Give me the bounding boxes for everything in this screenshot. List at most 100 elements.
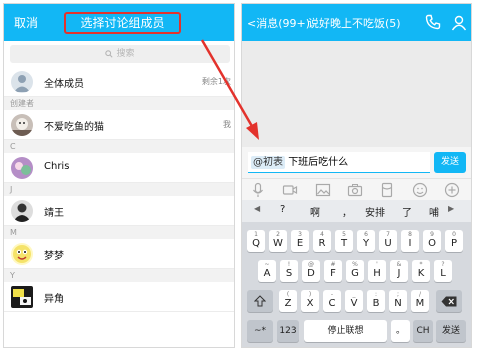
key-y[interactable]: 6Y <box>357 230 375 252</box>
symbols-key[interactable]: ~* <box>247 320 273 342</box>
key-i[interactable]: 8I <box>401 230 419 252</box>
numbers-key[interactable]: 123 <box>277 320 299 342</box>
key-z[interactable]: (Z <box>279 290 297 312</box>
section-m: M <box>4 226 234 239</box>
image-icon[interactable] <box>315 182 331 198</box>
microphone-icon[interactable] <box>250 182 266 198</box>
list-item-member[interactable]: 异角 <box>4 282 234 312</box>
key-secondary-label: 7 <box>386 231 390 238</box>
key-secondary-label: & <box>396 261 402 268</box>
key-secondary-label: ) <box>308 291 312 298</box>
key-secondary-label: _ <box>352 291 356 298</box>
screenshot: 取消 选择讨论组成员 搜索 全体成员 剩余1次 创建者 不爱吃鱼的猫 我 C C… <box>0 0 477 353</box>
key-m[interactable]: / M <box>411 290 429 312</box>
candidate-word[interactable]: 哺 <box>429 204 439 219</box>
red-packet-icon[interactable] <box>379 182 395 198</box>
key-h[interactable]: ' H <box>368 260 386 282</box>
key-label: Z <box>284 298 292 309</box>
key-j[interactable]: & J <box>390 260 408 282</box>
key-p[interactable]: 0P <box>445 230 463 252</box>
mention-tag: @初表 <box>251 156 285 169</box>
chevron-left-icon[interactable]: ◀ <box>254 204 260 213</box>
member-avatar <box>11 114 33 136</box>
all-members-label: 全体成员 <box>44 79 84 90</box>
key-secondary-label: 0 <box>452 231 456 238</box>
cancel-button[interactable]: 取消 <box>14 14 38 31</box>
key-o[interactable]: 9O <box>423 230 441 252</box>
key-n[interactable]: ; N <box>389 290 407 312</box>
space-key[interactable]: 停止联想 <box>304 320 387 342</box>
key-secondary-label: 2 <box>276 231 280 238</box>
key-label: W <box>273 238 283 249</box>
section-j: J <box>4 183 234 196</box>
key-l[interactable]: ? L <box>434 260 452 282</box>
page-title: 选择讨论组成员 <box>64 12 181 34</box>
key-label: T <box>340 238 348 249</box>
key-q[interactable]: 1Q <box>247 230 265 252</box>
key-a[interactable]: ~ A <box>258 260 276 282</box>
list-item-member[interactable]: 靖王 <box>4 196 234 226</box>
key-secondary-label: ? <box>441 261 445 268</box>
send-button[interactable]: 发送 <box>434 152 466 173</box>
key-c[interactable]: -C <box>323 290 341 312</box>
key-v[interactable]: _ V <box>345 290 363 312</box>
key-secondary-label: ; <box>396 291 400 298</box>
keyboard: ◀ ? 啊 ， 安排 了 哺 ▶ 1Q2W3E4R5T6Y7U8I9O0P ~ A… <box>242 200 471 347</box>
key-w[interactable]: 2W <box>269 230 287 252</box>
emoji-icon[interactable] <box>412 182 428 198</box>
camera-icon[interactable] <box>347 182 363 198</box>
list-item-member[interactable]: 梦梦 <box>4 239 234 269</box>
video-icon[interactable] <box>282 182 298 198</box>
key-r[interactable]: 4R <box>313 230 331 252</box>
key-x[interactable]: ) X <box>301 290 319 312</box>
key-label: X <box>306 298 314 309</box>
member-name: Chris <box>44 161 70 172</box>
chevron-left-icon: < <box>247 17 257 30</box>
key-secondary-label: 1 <box>254 231 258 238</box>
backspace-key[interactable] <box>436 290 462 312</box>
search-placeholder: 搜索 <box>116 49 135 59</box>
candidate-word[interactable]: ? <box>280 204 285 215</box>
key-label: S <box>285 268 293 279</box>
key-u[interactable]: 7U <box>379 230 397 252</box>
key-secondary-label: ( <box>286 291 290 298</box>
key-label: A <box>263 268 271 279</box>
key-label: V <box>350 298 358 309</box>
key-secondary-label: 5 <box>342 231 346 238</box>
back-button[interactable]: <消息(99+) <box>247 15 310 31</box>
shift-key[interactable] <box>247 290 273 312</box>
key-label: G <box>351 268 359 279</box>
key-g[interactable]: % G <box>346 260 364 282</box>
key-secondary-label: ! <box>287 261 291 268</box>
candidate-word[interactable]: 了 <box>402 204 412 219</box>
period-key[interactable]: 。 <box>391 320 410 342</box>
key-secondary-label: 6 <box>364 231 368 238</box>
key-d[interactable]: @ D <box>302 260 320 282</box>
key-t[interactable]: 5T <box>335 230 353 252</box>
key-e[interactable]: 3E <box>291 230 309 252</box>
keyboard-send-key[interactable]: 发送 <box>436 320 466 342</box>
plus-icon[interactable] <box>444 182 460 198</box>
key-label: P <box>450 238 458 249</box>
candidate-word[interactable]: 安排 <box>365 204 385 219</box>
list-item-member[interactable]: Chris <box>4 153 234 183</box>
chevron-right-icon[interactable]: ▶ <box>448 204 454 213</box>
group-members-icon[interactable] <box>450 14 467 31</box>
key-b[interactable]: :B <box>367 290 385 312</box>
candidate-word[interactable]: 啊 <box>310 204 320 219</box>
key-label: K <box>417 268 425 279</box>
candidate-word[interactable]: ， <box>342 204 352 219</box>
member-avatar <box>11 200 33 222</box>
search-icon <box>105 49 114 58</box>
input-text: 下班后吃什么 <box>288 157 349 168</box>
key-label: B <box>372 298 380 309</box>
key-f[interactable]: # F <box>324 260 342 282</box>
all-members-avatar <box>11 71 33 93</box>
language-key[interactable]: CH <box>413 320 433 342</box>
key-s[interactable]: ! S <box>280 260 298 282</box>
member-avatar <box>11 243 33 265</box>
key-label: H <box>373 268 381 279</box>
key-k[interactable]: * K <box>412 260 430 282</box>
message-input[interactable]: @初表 下班后吃什么 <box>248 152 430 173</box>
phone-icon[interactable] <box>425 14 441 30</box>
